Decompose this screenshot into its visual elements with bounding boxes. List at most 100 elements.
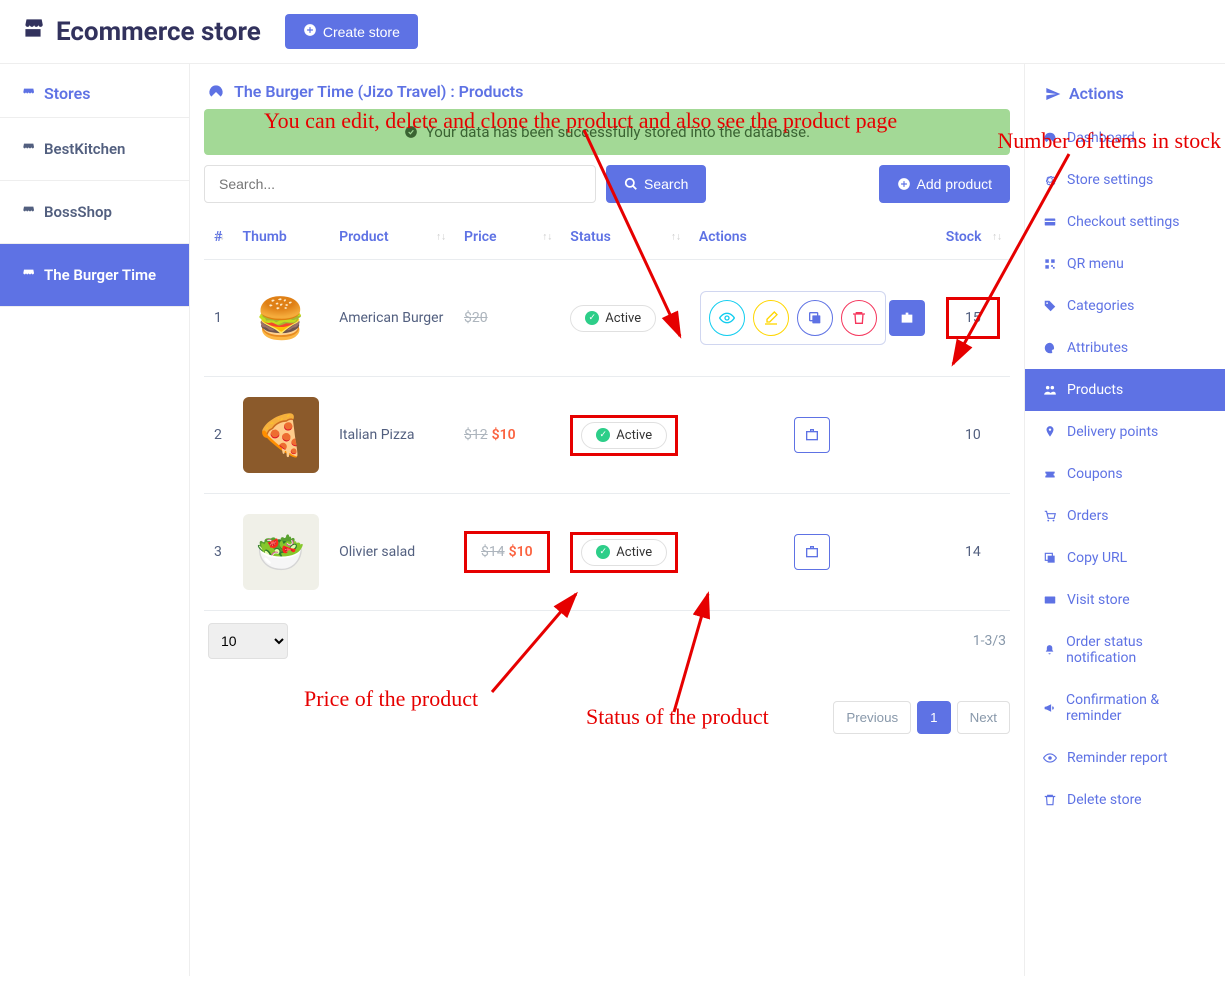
sidebar-left: Stores BestKitchenBossShopThe Burger Tim… — [0, 64, 190, 976]
action-item-products[interactable]: Products — [1025, 369, 1225, 411]
action-item-store-settings[interactable]: Store settings — [1025, 159, 1225, 201]
cell-price: $20 — [454, 260, 560, 377]
cell-actions — [689, 377, 936, 494]
pagination: Previous 1 Next — [204, 701, 1010, 734]
copy-icon — [807, 310, 823, 326]
tachometer-icon — [1043, 131, 1057, 145]
pin-icon — [1043, 425, 1057, 439]
trash-icon — [851, 310, 867, 326]
briefcase-icon — [899, 310, 915, 326]
range-label: 1-3/3 — [973, 633, 1006, 649]
trash-icon — [1043, 793, 1057, 807]
table-row: 1🍔American Burger$20 ✓Active 15 — [204, 260, 1010, 377]
col-actions: Actions — [689, 215, 936, 260]
store-icon — [20, 141, 36, 157]
store-item-bestkitchen[interactable]: BestKitchen — [0, 118, 189, 181]
cell-num: 2 — [204, 377, 233, 494]
table-row: 2🍕Italian Pizza$12$10✓Active10 — [204, 377, 1010, 494]
add-product-button[interactable]: Add product — [879, 165, 1011, 203]
action-item-copy-url[interactable]: Copy URL — [1025, 537, 1225, 579]
next-button[interactable]: Next — [957, 701, 1010, 734]
col-num[interactable]: #↑↓ — [204, 215, 233, 260]
action-item-order-status-notification[interactable]: Order status notification — [1025, 621, 1225, 679]
users-icon — [1043, 383, 1057, 397]
search-icon — [624, 177, 638, 191]
briefcase-icon — [804, 427, 820, 443]
cell-price: $12$10 — [454, 377, 560, 494]
status-badge: ✓Active — [570, 305, 656, 332]
briefcase-button[interactable] — [794, 534, 830, 570]
cell-num: 1 — [204, 260, 233, 377]
dashboard-icon — [208, 84, 224, 100]
cell-actions — [689, 260, 936, 377]
col-product[interactable]: Product↑↓ — [329, 215, 454, 260]
brand-label: Ecommerce store — [56, 17, 261, 47]
action-item-checkout-settings[interactable]: Checkout settings — [1025, 201, 1225, 243]
view-button[interactable] — [709, 300, 745, 336]
palette-icon — [1043, 341, 1057, 355]
col-stock[interactable]: Stock↑↓ — [936, 215, 1010, 260]
sidebar-right: Number of items in stock Actions Dashboa… — [1025, 64, 1225, 976]
clone-button[interactable] — [797, 300, 833, 336]
action-item-confirmation-reminder[interactable]: Confirmation & reminder — [1025, 679, 1225, 737]
price-new: $10 — [509, 544, 533, 560]
top-header: Ecommerce store Create store — [0, 0, 1225, 64]
briefcase-button[interactable] — [889, 300, 925, 336]
action-item-orders[interactable]: Orders — [1025, 495, 1225, 537]
store-icon — [20, 204, 36, 220]
action-item-dashboard[interactable]: Dashboard — [1025, 117, 1225, 159]
eye-icon — [1043, 751, 1057, 765]
brand: Ecommerce store — [20, 15, 261, 48]
store-icon — [20, 86, 36, 102]
price-new: $10 — [492, 427, 516, 443]
eye-icon — [719, 310, 735, 326]
actions-title: Actions — [1025, 64, 1225, 117]
products-table: #↑↓ Thumb Product↑↓ Price↑↓ Status↑↓ Act… — [204, 215, 1010, 611]
product-thumb: 🍔 — [243, 280, 319, 356]
product-thumb: 🥗 — [243, 514, 319, 590]
briefcase-button[interactable] — [794, 417, 830, 453]
action-item-visit-store[interactable]: Visit store — [1025, 579, 1225, 621]
page-size-select[interactable]: 10 — [208, 623, 288, 659]
store-item-bossshop[interactable]: BossShop — [0, 181, 189, 244]
prev-button[interactable]: Previous — [833, 701, 911, 734]
plus-circle-icon — [303, 23, 317, 40]
status-badge: ✓Active — [581, 539, 667, 566]
cell-stock: 10 — [936, 377, 1010, 494]
bullhorn-icon — [1043, 701, 1056, 715]
highlight-box: $14$10 — [464, 531, 550, 573]
action-item-reminder-report[interactable]: Reminder report — [1025, 737, 1225, 779]
action-item-categories[interactable]: Categories — [1025, 285, 1225, 327]
action-item-delete-store[interactable]: Delete store — [1025, 779, 1225, 821]
copy-icon — [1043, 551, 1057, 565]
status-badge: ✓Active — [581, 422, 667, 449]
store-item-the-burger-time[interactable]: The Burger Time — [0, 244, 189, 307]
success-alert: Your data has been successfully stored i… — [204, 109, 1010, 155]
col-status[interactable]: Status↑↓ — [560, 215, 689, 260]
cell-stock: 15 — [936, 260, 1010, 377]
action-item-delivery-points[interactable]: Delivery points — [1025, 411, 1225, 453]
action-icons — [700, 291, 886, 345]
action-item-attributes[interactable]: Attributes — [1025, 327, 1225, 369]
table-footer: 10 1-3/3 — [204, 611, 1010, 671]
page-1-button[interactable]: 1 — [917, 701, 950, 734]
cell-status: ✓Active — [560, 494, 689, 611]
check-icon: ✓ — [596, 545, 610, 559]
col-price[interactable]: Price↑↓ — [454, 215, 560, 260]
search-input[interactable] — [204, 165, 596, 203]
edit-button[interactable] — [753, 300, 789, 336]
card-icon — [1043, 215, 1057, 229]
cell-stock: 14 — [936, 494, 1010, 611]
search-button[interactable]: Search — [606, 165, 706, 203]
delete-button[interactable] — [841, 300, 877, 336]
gear-icon — [1043, 173, 1057, 187]
cell-price: $14$10 — [454, 494, 560, 611]
create-store-button[interactable]: Create store — [285, 14, 418, 49]
main-content: The Burger Time (Jizo Travel) : Products… — [190, 64, 1025, 976]
cell-product: American Burger — [329, 260, 454, 377]
action-item-coupons[interactable]: Coupons — [1025, 453, 1225, 495]
store-icon — [20, 267, 36, 283]
cell-num: 3 — [204, 494, 233, 611]
action-item-qr-menu[interactable]: QR menu — [1025, 243, 1225, 285]
cell-product: Olivier salad — [329, 494, 454, 611]
